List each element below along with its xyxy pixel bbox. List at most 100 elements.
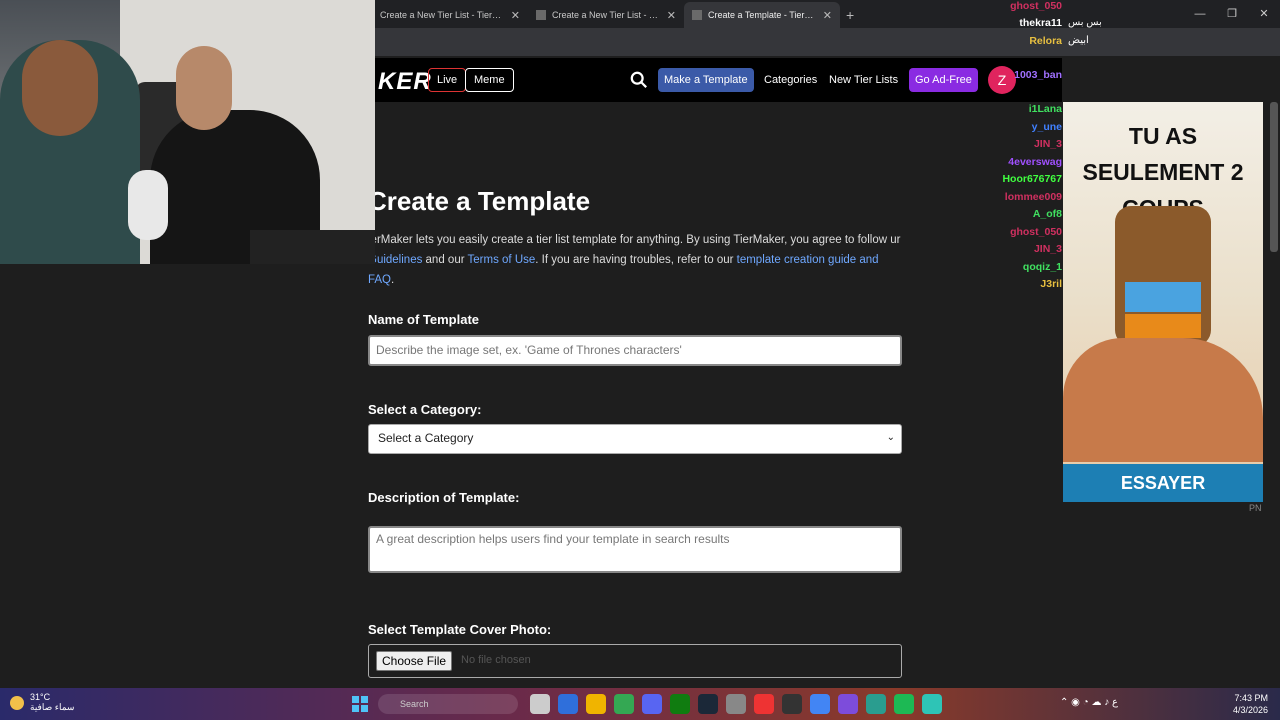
minimize-button[interactable]: — [1184,0,1216,28]
ad-lava-image [1125,314,1201,338]
chat-username: JIN_3 [1033,243,1062,255]
browser-icon[interactable] [810,694,830,714]
categories-link[interactable]: Categories [764,68,817,92]
ad-water-image [1125,282,1201,312]
category-selected-value: Select a Category [378,431,474,445]
cover-label: Select Template Cover Photo: [368,622,552,637]
obs-icon[interactable] [782,694,802,714]
language-indicator[interactable]: ع [1112,697,1118,708]
intro-part: ierMaker lets you easily create a tier l… [368,234,901,246]
close-tab-icon[interactable]: ✕ [823,9,832,22]
no-file-text: No file chosen [461,654,531,666]
system-tray[interactable]: ⌃ ◉ ◔ ☁ ♪ ع [1060,697,1118,708]
chat-username: y_une [1031,121,1062,133]
settings-icon[interactable] [726,694,746,714]
xbox-icon[interactable] [670,694,690,714]
chat-username: 1003_ban [1014,69,1062,81]
search-icon[interactable] [630,71,648,89]
nvidia-icon[interactable] [894,694,914,714]
intro-part: and our [422,254,468,266]
browser-tabbar-visible: Create a New Tier List - TierMaker ✕ Cre… [372,0,1280,28]
taskbar-clock[interactable]: 7:43 PM 4/3/2026 [1233,692,1268,716]
browser-tab-active[interactable]: Create a Template - TierMaker ✕ [684,2,840,28]
taskbar-apps [530,694,942,714]
windows-start-icon[interactable] [352,696,368,712]
chat-username: lommee009 [1004,191,1062,203]
taskbar-search[interactable]: Search [378,694,518,714]
keyboard [250,230,375,264]
chat-username: Hoor676767 [1002,173,1062,185]
ad-tag: PN [1249,503,1262,513]
choose-file-button[interactable]: Choose File [376,651,453,671]
chat-username: Relora [1029,35,1062,47]
webcam-person-right-head [176,46,232,130]
chat-message: بس بس [1068,17,1102,28]
template-name-input[interactable]: Describe the image set, ex. 'Game of Thr… [368,335,902,366]
folder-icon[interactable] [586,694,606,714]
close-window-button[interactable]: ✕ [1248,0,1280,28]
chat-username: i1Lana [1028,103,1062,115]
page-title: Create a Template [368,186,591,216]
chat-username: A_of8 [1032,208,1062,220]
ad-cta-button[interactable]: ESSAYER [1063,464,1263,502]
category-label: Select a Category: [368,402,482,417]
chat-username: J3ril [1040,278,1062,290]
guidelines-link[interactable]: Guidelines [368,254,422,266]
app-icon[interactable] [866,694,886,714]
intro-text: ierMaker lets you easily create a tier l… [368,230,904,290]
ad-character-image [1063,338,1263,462]
name-placeholder: Describe the image set, ex. 'Game of Thr… [376,343,682,357]
tab-title: Create a New Tier List - TierMaker [552,10,661,20]
page-scrollbar[interactable] [1270,102,1278,252]
intro-part: . [391,274,395,286]
new-tab-button[interactable]: + [846,2,854,28]
live-button[interactable]: Live [428,68,467,92]
chat-username: 4everswag [1008,156,1062,168]
windows-taskbar: 31°C سماء صافية Search ⌃ ◉ ◔ ☁ ♪ ع 7:43 … [0,688,1280,720]
chat-username: ghost_050 [1010,0,1062,12]
category-select[interactable]: Select a Category ⌄ [368,424,902,454]
screen: { "browser": { "tabs": [ {"title": "Crea… [0,0,1280,720]
browser-tab[interactable]: Create a New Tier List - TierMaker ✕ [372,2,528,28]
webcam-overlay [0,0,375,264]
close-tab-icon[interactable]: ✕ [667,9,676,22]
site-logo[interactable]: KER [378,68,432,96]
close-tab-icon[interactable]: ✕ [511,9,520,22]
weather-temp: 31°C [30,692,51,702]
chrome-alt-icon[interactable] [754,694,774,714]
name-label: Name of Template [368,312,480,327]
description-label: Description of Template: [368,490,520,505]
chrome-icon[interactable] [614,694,634,714]
intro-part: . If you are having troubles, refer to o… [535,254,737,266]
window-controls: — ❐ ✕ [1184,0,1280,28]
webcam-person-left-head [22,40,98,136]
discord-icon[interactable] [642,694,662,714]
tool-icon[interactable] [922,694,942,714]
file-explorer-icon[interactable] [530,694,550,714]
cover-file-input[interactable]: Choose File No file chosen [368,644,902,678]
meme-button[interactable]: Meme [465,68,514,92]
new-tier-lists-link[interactable]: New Tier Lists [829,68,898,92]
word-icon[interactable] [558,694,578,714]
chat-username: thekra11 [1019,17,1062,29]
clock-time: 7:43 PM [1234,693,1268,703]
browser-tab[interactable]: Create a New Tier List - TierMaker ✕ [528,2,684,28]
tierlist-favicon-icon [536,10,546,20]
terms-link[interactable]: Terms of Use [468,254,536,266]
chat-username: JIN_3 [1033,138,1062,150]
maximize-button[interactable]: ❐ [1216,0,1248,28]
advertisement[interactable]: TU AS SEULEMENT 2 COUPS ESSAYER [1063,102,1263,502]
weather-condition: سماء صافية [30,702,75,712]
tierlist-favicon-icon [692,10,702,20]
weather-widget[interactable]: 31°C سماء صافية [10,692,74,713]
microphone [128,170,168,240]
chat-message: ابيض [1068,35,1089,46]
clock-date: 4/3/2026 [1232,705,1268,715]
steam-icon[interactable] [698,694,718,714]
tab-title: Create a New Tier List - TierMaker [380,10,505,20]
tab-title: Create a Template - TierMaker [708,10,817,20]
media-icon[interactable] [838,694,858,714]
make-template-button[interactable]: Make a Template [658,68,754,92]
description-textarea[interactable]: A great description helps users find you… [368,526,902,573]
chat-username: qoqiz_1 [1022,261,1062,273]
